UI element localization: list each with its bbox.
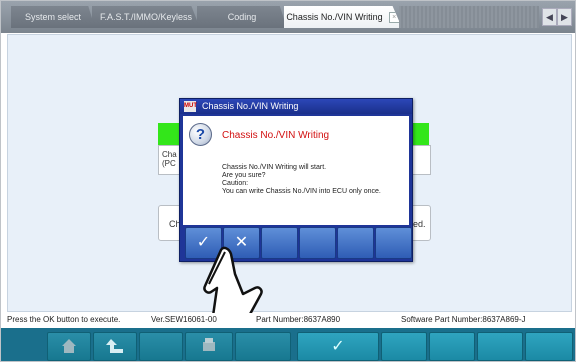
confirm-dialog: MUT Chassis No./VIN Writing ? Chassis No… — [179, 98, 413, 262]
question-icon: ? — [189, 123, 212, 146]
print-button[interactable] — [185, 332, 233, 361]
tab-bar-filler — [399, 6, 539, 28]
tab-label: F.A.S.T./IMMO/Keyless — [99, 12, 193, 22]
empty-button-slot — [337, 227, 374, 259]
tab-label: Chassis No./VIN Writing — [286, 12, 383, 22]
back-button[interactable] — [93, 332, 137, 361]
tab-bar: System select F.A.S.T./IMMO/Keyless Codi… — [1, 1, 575, 33]
toolbar-slot — [139, 332, 183, 361]
toolbar-slot — [429, 332, 475, 361]
empty-button-slot — [375, 227, 412, 259]
status-version: Ver.SEW16061-00 — [151, 315, 217, 324]
dialog-heading: Chassis No./VIN Writing — [222, 130, 330, 141]
dialog-message-line: You can write Chassis No./VIN into ECU o… — [222, 188, 381, 195]
bottom-toolbar: ✓ — [1, 328, 575, 361]
empty-button-slot — [299, 227, 336, 259]
tab-prev-icon[interactable]: ◀ — [542, 8, 557, 26]
tab-next-icon[interactable]: ▶ — [557, 8, 572, 26]
tab-label: Coding — [227, 12, 257, 22]
print-icon — [203, 338, 215, 351]
home-button[interactable] — [47, 332, 91, 361]
status-part-number: Part Number:8637A890 — [256, 315, 341, 324]
toolbar-slot — [381, 332, 427, 361]
tab-label: System select — [24, 12, 82, 22]
tab-fast-immo-keyless[interactable]: F.A.S.T./IMMO/Keyless — [92, 6, 200, 28]
dialog-message-line: Chassis No./VIN Writing will start. — [222, 164, 327, 171]
toolbar-ok-button[interactable]: ✓ — [297, 332, 379, 361]
dialog-title-bar: MUT Chassis No./VIN Writing — [180, 99, 412, 114]
tab-chassis-vin-writing[interactable]: Chassis No./VIN Writing × — [284, 6, 402, 28]
toolbar-slot — [477, 332, 523, 361]
status-bar: Press the OK button to execute. Ver.SEW1… — [1, 313, 575, 327]
toolbar-slot — [235, 332, 291, 361]
dialog-title: Chassis No./VIN Writing — [202, 101, 299, 111]
tab-system-select[interactable]: System select — [11, 6, 95, 28]
status-software-part-number: Software Part Number:8637A869-J — [401, 315, 526, 324]
status-hint: Press the OK button to execute. — [7, 315, 121, 324]
back-arrow-icon — [106, 339, 123, 353]
app-window: System select F.A.S.T./IMMO/Keyless Codi… — [0, 0, 576, 362]
info-line: Cha — [162, 150, 177, 159]
dialog-message-line: Caution: — [222, 180, 249, 187]
info-line: (PC — [162, 159, 176, 168]
message-text-right: ed. — [413, 219, 426, 229]
toolbar-slot — [525, 332, 573, 361]
home-icon — [62, 339, 76, 353]
tab-coding[interactable]: Coding — [197, 6, 287, 28]
dialog-message-line: Are you sure? — [222, 172, 266, 179]
app-logo-icon: MUT — [184, 101, 197, 112]
dialog-body: ? Chassis No./VIN Writing Chassis No./VI… — [183, 116, 409, 225]
